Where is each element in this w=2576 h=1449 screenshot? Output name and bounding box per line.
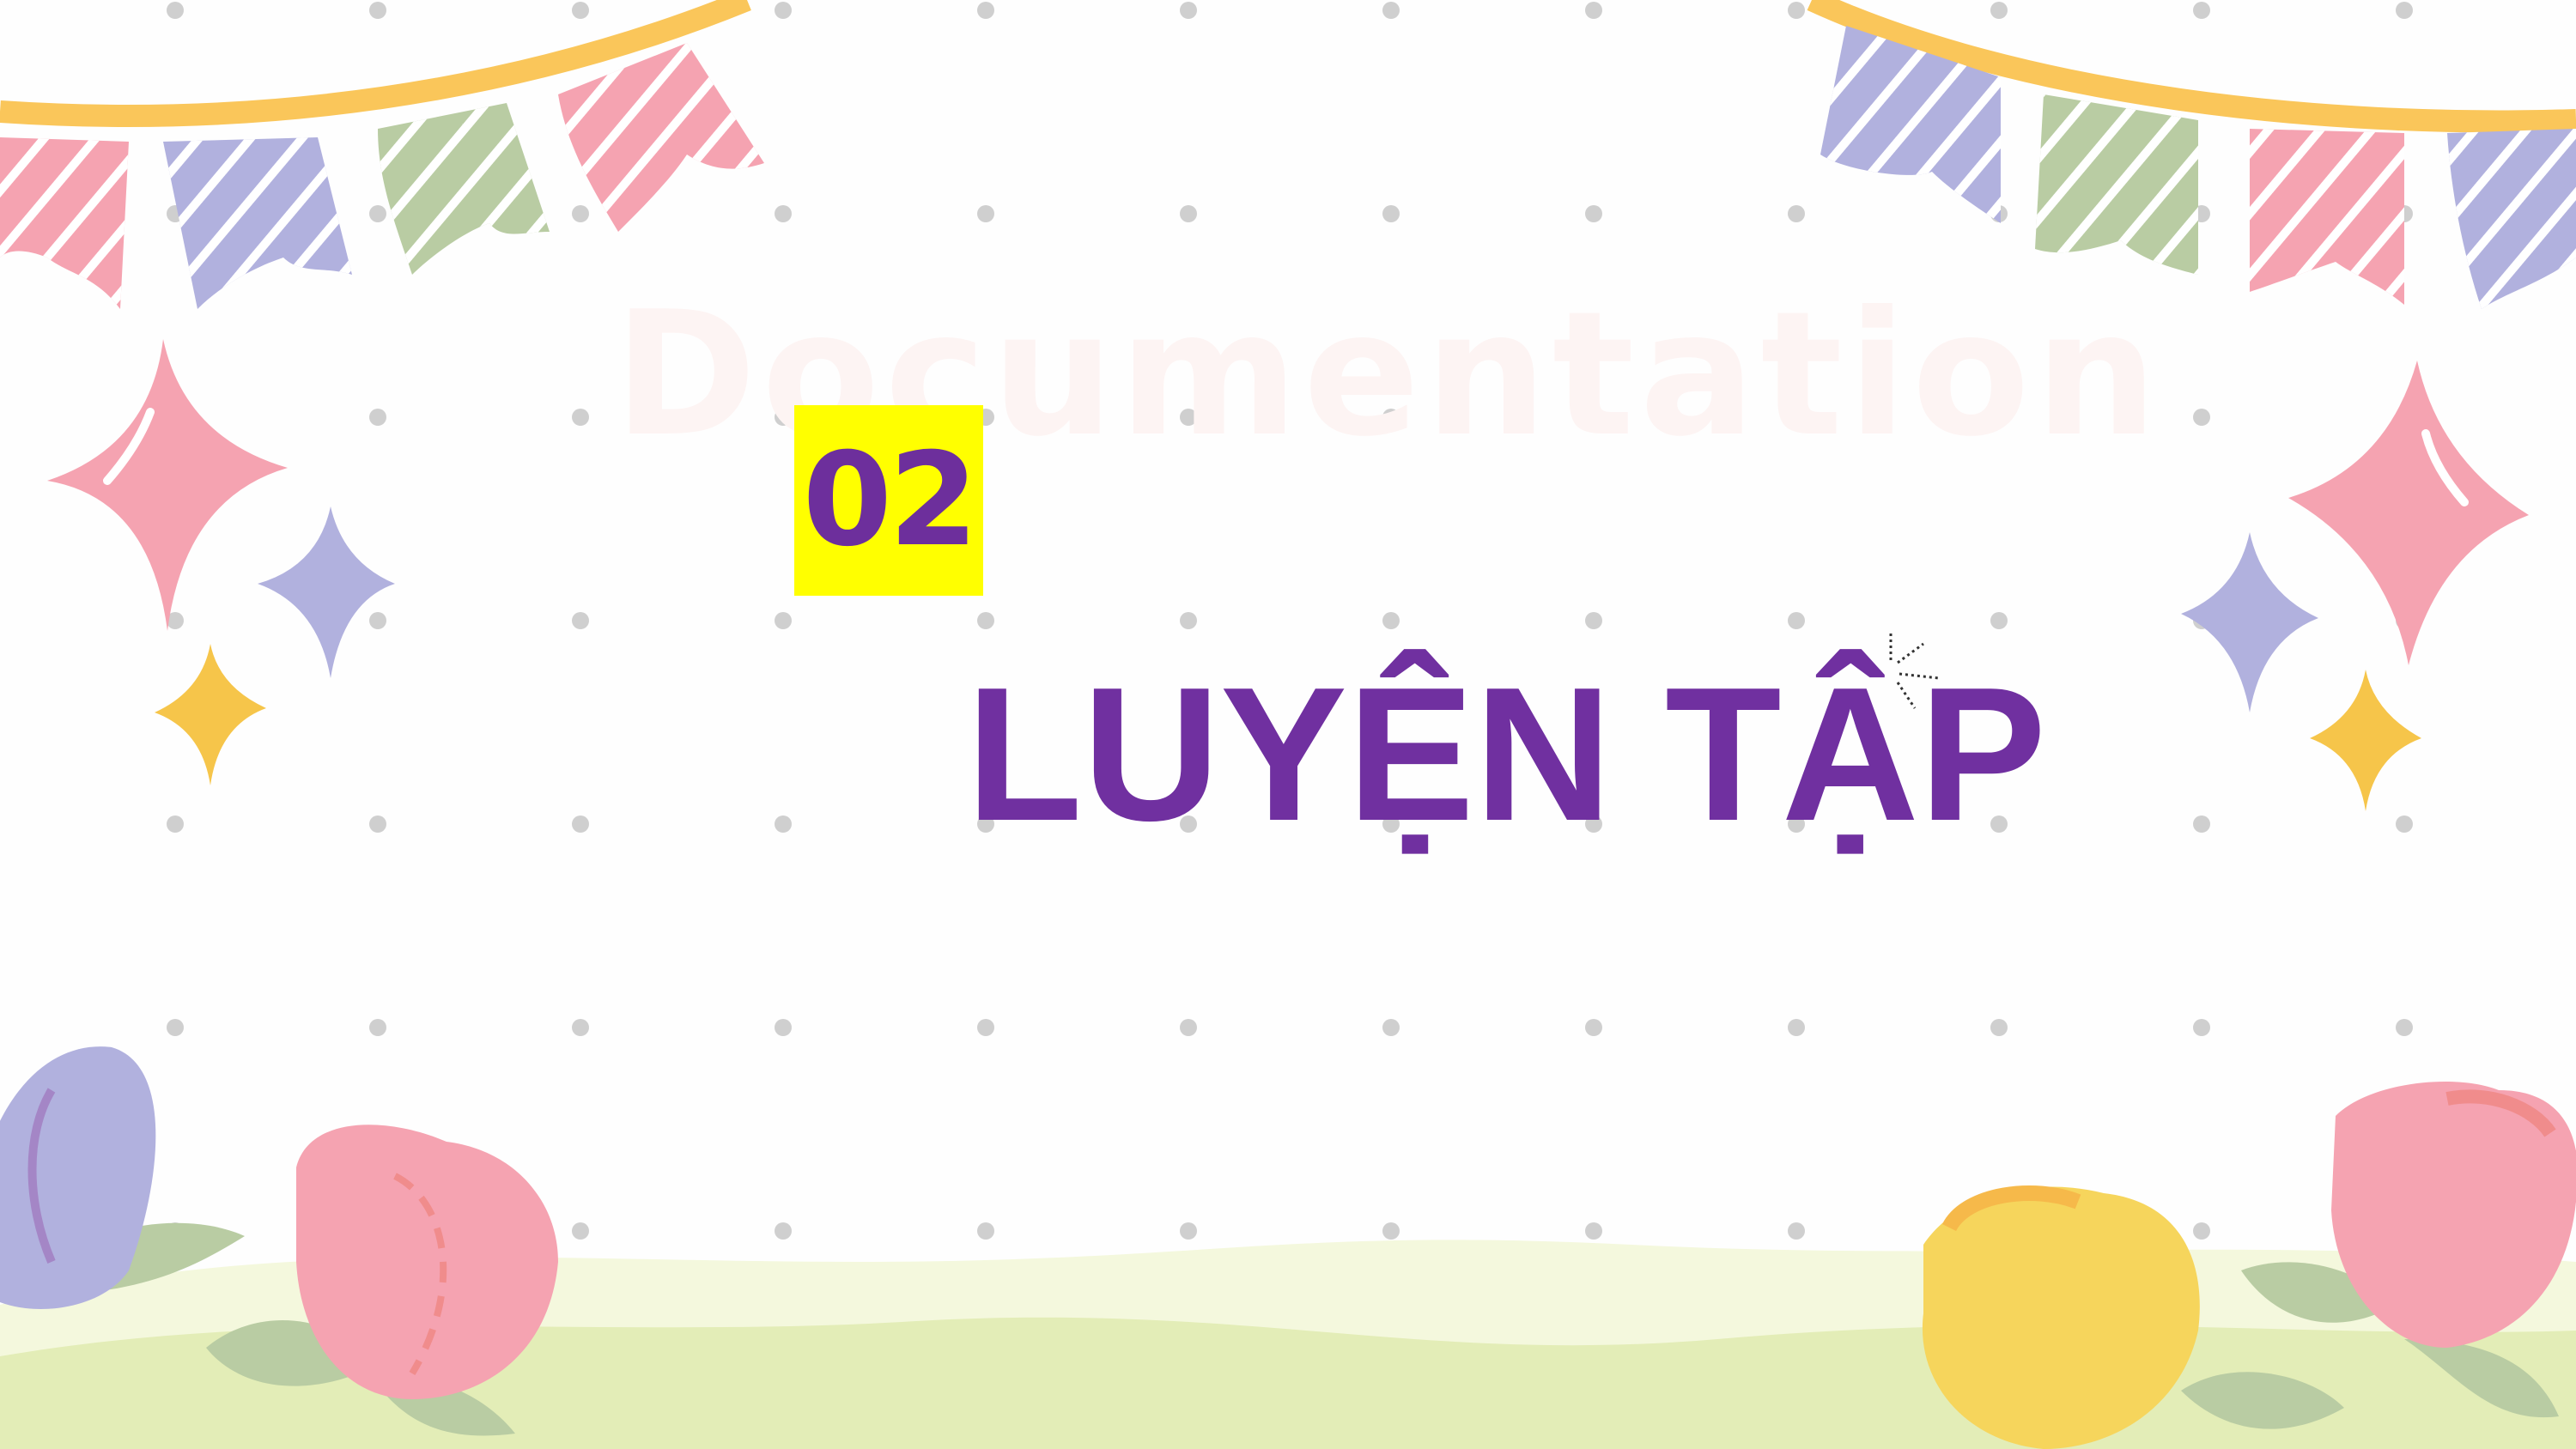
slide: Documentation 02 LUYỆN TẬP [0, 0, 2576, 1449]
section-number: 02 [802, 426, 979, 575]
cursor-sparkle-icon [1889, 634, 1940, 709]
section-number-badge: 02 [794, 405, 983, 596]
slide-title: LUYỆN TẬP [966, 648, 2047, 861]
